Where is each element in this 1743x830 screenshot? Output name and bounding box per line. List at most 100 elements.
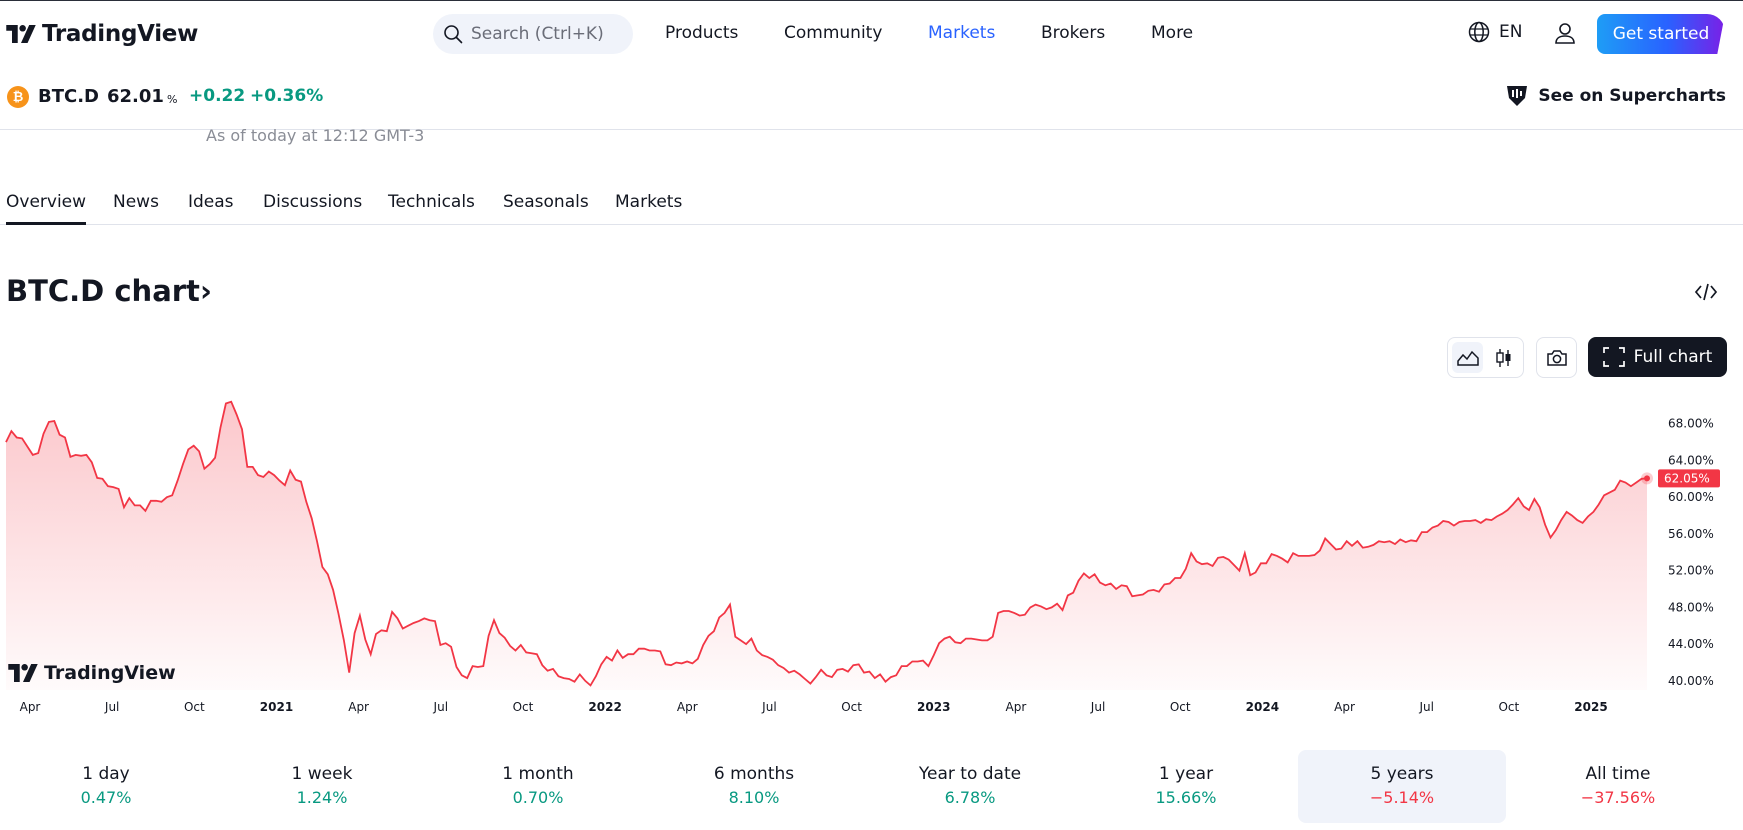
y-tick-label: 52.00%	[1668, 564, 1714, 578]
tab-overview[interactable]: Overview	[6, 192, 87, 225]
search-icon	[444, 25, 463, 44]
full-chart-label: Full chart	[1633, 347, 1713, 367]
x-tick-label: 2025	[1574, 700, 1607, 714]
nav-more[interactable]: More	[1151, 23, 1193, 43]
last-point-marker	[1644, 475, 1650, 482]
chart-area-fill	[6, 401, 1647, 690]
x-tick-label: 2022	[588, 700, 621, 714]
y-tick-label: 68.00%	[1668, 417, 1714, 431]
globe-icon	[1468, 21, 1490, 43]
x-tick-label: 2024	[1246, 700, 1279, 714]
period-change: 15.66%	[1155, 788, 1217, 807]
period-change: −5.14%	[1369, 788, 1435, 807]
x-tick-label: 2021	[260, 700, 293, 714]
period-change: 6.78%	[944, 788, 996, 807]
x-tick-label: Oct	[841, 700, 862, 714]
period-1-day[interactable]: 1 day 0.47%	[2, 750, 210, 823]
x-tick-label: Apr	[1334, 700, 1355, 714]
y-tick-label: 48.00%	[1668, 600, 1714, 614]
period-change: 0.47%	[80, 788, 132, 807]
as-of-timestamp: As of today at 12:12 GMT-3	[206, 126, 425, 145]
symbol-ticker: BTC.D	[38, 86, 99, 107]
chart-style-toggle	[1447, 337, 1524, 378]
tab-technicals[interactable]: Technicals	[388, 192, 475, 225]
period-change: 8.10%	[728, 788, 780, 807]
area-chart-button[interactable]	[1452, 342, 1483, 373]
period-1-month[interactable]: 1 month 0.70%	[434, 750, 642, 823]
area-chart-icon	[1456, 350, 1479, 366]
get-started-button[interactable]: Get started	[1597, 14, 1725, 54]
performance-periods: 1 day 0.47% 1 week 1.24% 1 month 0.70% 6 month…	[0, 750, 1743, 825]
language-code: EN	[1499, 22, 1523, 42]
y-tick-label: 44.00%	[1668, 637, 1714, 651]
tab-markets[interactable]: Markets	[615, 192, 682, 225]
tab-news[interactable]: News	[113, 192, 159, 225]
period-label: Year to date	[918, 764, 1022, 784]
tab-discussions[interactable]: Discussions	[263, 192, 362, 225]
period-label: 6 months	[713, 764, 795, 784]
candle-chart-button[interactable]	[1488, 342, 1519, 373]
period-6-months[interactable]: 6 months 8.10%	[650, 750, 858, 823]
fullscreen-icon	[1602, 347, 1625, 367]
price-change: +0.22	[189, 86, 246, 106]
period-year-to-date[interactable]: Year to date 6.78%	[866, 750, 1074, 823]
x-tick-label: Apr	[1006, 700, 1027, 714]
period-change: 1.24%	[296, 788, 348, 807]
nav-brokers[interactable]: Brokers	[1041, 23, 1105, 43]
embed-code-button[interactable]	[1694, 282, 1718, 306]
snapshot-button[interactable]	[1536, 337, 1577, 378]
full-chart-button[interactable]: Full chart	[1588, 337, 1727, 377]
x-tick-label: Jul	[1418, 700, 1433, 714]
supercharts-label: See on Supercharts	[1538, 86, 1726, 106]
code-embed-icon	[1694, 283, 1718, 301]
x-tick-label: Apr	[677, 700, 698, 714]
period-label: 1 year	[1158, 764, 1214, 784]
x-tick-label: Jul	[1090, 700, 1105, 714]
chart-title-link[interactable]: BTC.D chart›	[6, 274, 212, 308]
supercharts-icon	[1507, 86, 1528, 106]
tab-seasonals[interactable]: Seasonals	[503, 192, 589, 225]
search-input[interactable]: Search (Ctrl+K)	[433, 14, 633, 54]
language-selector[interactable]: EN	[1468, 21, 1522, 43]
period-label: 5 years	[1370, 764, 1434, 784]
x-tick-label: Apr	[20, 700, 41, 714]
chevron-right-icon: ›	[199, 274, 212, 308]
last-value-label: 62.05%	[1664, 471, 1710, 485]
x-tick-label: Oct	[1170, 700, 1191, 714]
period-5-years[interactable]: 5 years −5.14%	[1298, 750, 1506, 823]
y-tick-label: 56.00%	[1668, 527, 1714, 541]
x-tick-label: Apr	[348, 700, 369, 714]
period-1-year[interactable]: 1 year 15.66%	[1082, 750, 1290, 823]
period-label: All time	[1585, 764, 1651, 784]
tradingview-logo[interactable]: TradingView	[6, 21, 198, 47]
period-label: 1 week	[291, 764, 353, 784]
watermark-text: TradingView	[44, 662, 176, 684]
brand-name: TradingView	[42, 21, 199, 47]
period-1-week[interactable]: 1 week 1.24%	[218, 750, 426, 823]
period-label: 1 month	[502, 764, 574, 784]
user-icon	[1555, 23, 1575, 44]
x-axis: Apr Jul Oct 2021 Apr Jul Oct 2022 Apr Jul Oct 2023 A…	[20, 700, 1608, 714]
x-tick-label: Oct	[513, 700, 534, 714]
search-placeholder: Search (Ctrl+K)	[471, 24, 604, 44]
x-tick-label: Jul	[761, 700, 776, 714]
x-tick-label: Jul	[433, 700, 448, 714]
y-tick-label: 64.00%	[1668, 453, 1714, 467]
price-change-percent: +0.36%	[250, 86, 324, 106]
price-chart[interactable]: 40.00% 44.00% 48.00% 52.00% 56.00% 60.00% 64.0…	[0, 390, 1743, 720]
nav-products[interactable]: Products	[665, 23, 738, 43]
last-value-badge: 62.05%	[1658, 469, 1720, 488]
see-on-supercharts-link[interactable]: See on Supercharts	[1504, 85, 1726, 107]
period-label: 1 day	[82, 764, 130, 784]
tab-ideas[interactable]: Ideas	[188, 192, 234, 225]
camera-icon	[1546, 349, 1567, 366]
user-menu-button[interactable]	[1553, 21, 1577, 49]
y-tick-label: 60.00%	[1668, 490, 1714, 504]
symbol-header: ₿ BTC.D 62.01 % +0.22 +0.36% See on Supe…	[0, 80, 1743, 130]
period-all-time[interactable]: All time −37.56%	[1514, 750, 1722, 823]
nav-markets[interactable]: Markets	[928, 23, 995, 43]
nav-community[interactable]: Community	[784, 23, 882, 43]
x-tick-label: Oct	[1498, 700, 1519, 714]
symbol-tabs: Overview News Ideas Discussions Technica…	[0, 180, 1743, 225]
candlestick-icon	[1495, 348, 1510, 367]
